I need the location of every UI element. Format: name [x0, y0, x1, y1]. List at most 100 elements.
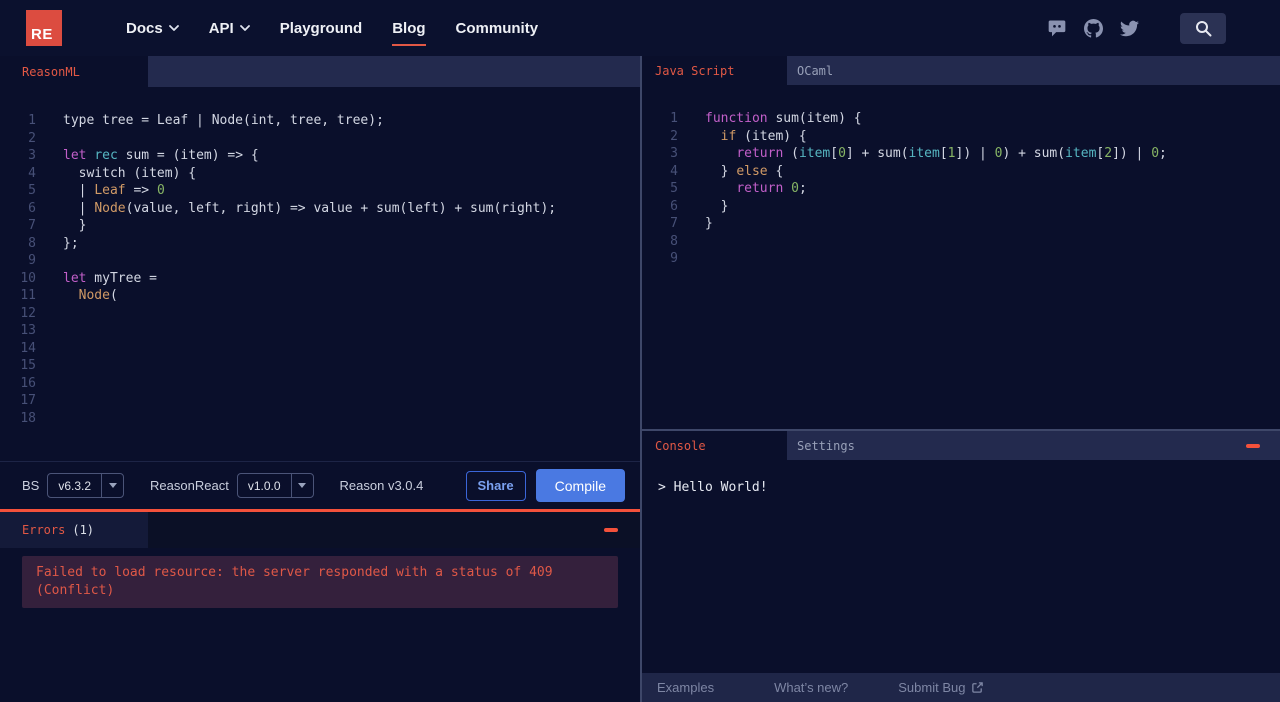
discord-icon[interactable] [1047, 18, 1067, 38]
logo-text: RE [31, 26, 53, 43]
code-line: 9 [642, 250, 1280, 268]
collapse-errors-icon[interactable] [604, 528, 618, 532]
active-nav-underline [392, 43, 426, 46]
code-line-text: } [705, 216, 713, 231]
code-line-text: | Node(value, left, right) => value + su… [63, 200, 557, 216]
code-line: 8}; [0, 235, 640, 253]
chevron-down-icon [168, 25, 179, 31]
code-line: 2 if (item) { [642, 128, 1280, 146]
github-icon[interactable] [1084, 18, 1103, 38]
twitter-icon[interactable] [1120, 19, 1139, 38]
compile-button[interactable]: Compile [535, 469, 625, 502]
code-line: 14 [0, 340, 640, 358]
reasonreact-version-value: v1.0.0 [247, 478, 281, 493]
bs-version-dropdown[interactable]: v6.3.2 [47, 473, 125, 498]
code-line: 4 switch (item) { [0, 165, 640, 183]
errors-title: Errors [22, 523, 66, 537]
tab-reasonml[interactable]: ReasonML [0, 56, 148, 87]
line-number: 2 [28, 130, 36, 146]
code-line-text: } [63, 218, 87, 233]
console-panel: Console Settings > Hello World! Examples… [642, 429, 1280, 702]
code-line: 5 | Leaf => 0 [0, 182, 640, 200]
line-number: 13 [20, 323, 36, 338]
tab-ocaml[interactable]: OCaml [787, 56, 833, 85]
line-number: 16 [20, 375, 36, 391]
line-number: 10 [20, 270, 36, 286]
console-output: > Hello World! [642, 460, 1280, 673]
nav-item-playground[interactable]: Playground [280, 20, 363, 37]
code-line: 7 } [0, 217, 640, 235]
nav-item-label: Blog [392, 19, 426, 37]
logo[interactable]: RE [26, 10, 62, 46]
nav-item-label: Docs [126, 19, 163, 37]
code-line-text: if (item) { [720, 128, 807, 144]
code-line-text: } else { [705, 163, 784, 179]
code-line-text: switch (item) { [63, 165, 197, 181]
search-button[interactable] [1180, 12, 1226, 44]
code-line: 15 [0, 357, 640, 375]
code-line: 9 [0, 252, 640, 270]
output-panel: Java Script OCaml 1 function sum(item) {2… [642, 56, 1280, 702]
code-line-text: return 0; [736, 181, 807, 196]
code-line: 4 } else { [642, 163, 1280, 181]
chevron-down-icon [239, 25, 250, 31]
code-line: 1 type tree = Leaf | Node(int, tree, tree… [0, 112, 640, 130]
errors-panel: Errors (1) Failed to load resource: the … [0, 512, 640, 702]
nav-item-docs[interactable]: Docs [126, 20, 179, 37]
tab-errors[interactable]: Errors (1) [0, 512, 148, 548]
console-footer: Examples What’s new? Submit Bug [642, 673, 1280, 702]
nav-links: Docs API Playground Blog Community [126, 19, 539, 46]
nav-item-blog[interactable]: Blog [392, 19, 426, 46]
code-line: 12 [0, 305, 640, 323]
line-number: 7 [28, 218, 36, 233]
line-number: 17 [20, 393, 36, 408]
reasonreact-version-dropdown[interactable]: v1.0.0 [236, 473, 314, 498]
code-line-text: let myTree = [63, 270, 157, 286]
main-area: ReasonML 1 type tree = Leaf | Node(int, t… [0, 56, 1280, 702]
nav-item-label: Community [455, 19, 539, 37]
code-line: 7} [642, 215, 1280, 233]
line-number: 3 [670, 146, 678, 161]
whats-new-link[interactable]: What’s new? [774, 680, 848, 695]
examples-link[interactable]: Examples [657, 680, 714, 695]
navbar-icons [1047, 12, 1226, 44]
line-number: 8 [670, 233, 678, 249]
line-number: 14 [20, 340, 36, 356]
line-number: 6 [28, 200, 36, 216]
code-line-text: function sum(item) { [705, 111, 862, 126]
javascript-code-editor[interactable]: 1 function sum(item) {2 if (item) {3 retu… [642, 85, 1280, 429]
code-line: 6 } [642, 198, 1280, 216]
bs-version-value: v6.3.2 [58, 478, 92, 493]
nav-item-community[interactable]: Community [456, 20, 539, 37]
line-number: 12 [20, 305, 36, 321]
tab-settings[interactable]: Settings [787, 431, 855, 460]
share-button[interactable]: Share [465, 470, 526, 501]
errors-header: Errors (1) [0, 512, 640, 548]
bs-label: BS [22, 478, 40, 493]
line-number: 1 [28, 113, 36, 128]
code-line: 3 return (item[0] + sum(item[1]) | 0) + … [642, 145, 1280, 163]
tab-console[interactable]: Console [642, 431, 787, 460]
code-line: 10 let myTree = [0, 270, 640, 288]
code-line: 17 [0, 392, 640, 410]
line-number: 9 [28, 253, 36, 268]
reason-code-editor[interactable]: 1 type tree = Leaf | Node(int, tree, tree… [0, 87, 640, 461]
submit-bug-link[interactable]: Submit Bug [898, 680, 984, 695]
reason-version-label: Reason v3.0.4 [339, 478, 424, 493]
search-icon [1195, 20, 1211, 36]
code-line: 6 | Node(value, left, right) => value + … [0, 200, 640, 218]
collapse-console-icon[interactable] [1246, 443, 1260, 448]
dropdown-arrow-icon [290, 474, 313, 497]
code-line-text: type tree = Leaf | Node(int, tree, tree)… [63, 113, 384, 128]
tab-javascript[interactable]: Java Script [642, 56, 787, 85]
code-line: 2 [0, 130, 640, 148]
nav-item-api[interactable]: API [209, 20, 250, 37]
dropdown-arrow-icon [101, 474, 123, 497]
code-line: 13 [0, 322, 640, 340]
line-number: 8 [28, 235, 36, 251]
line-number: 15 [20, 358, 36, 373]
console-tabbar: Console Settings [642, 431, 1280, 460]
code-line-text: }; [63, 235, 79, 251]
code-line-text: | Leaf => 0 [63, 183, 165, 198]
line-number: 4 [28, 165, 36, 181]
